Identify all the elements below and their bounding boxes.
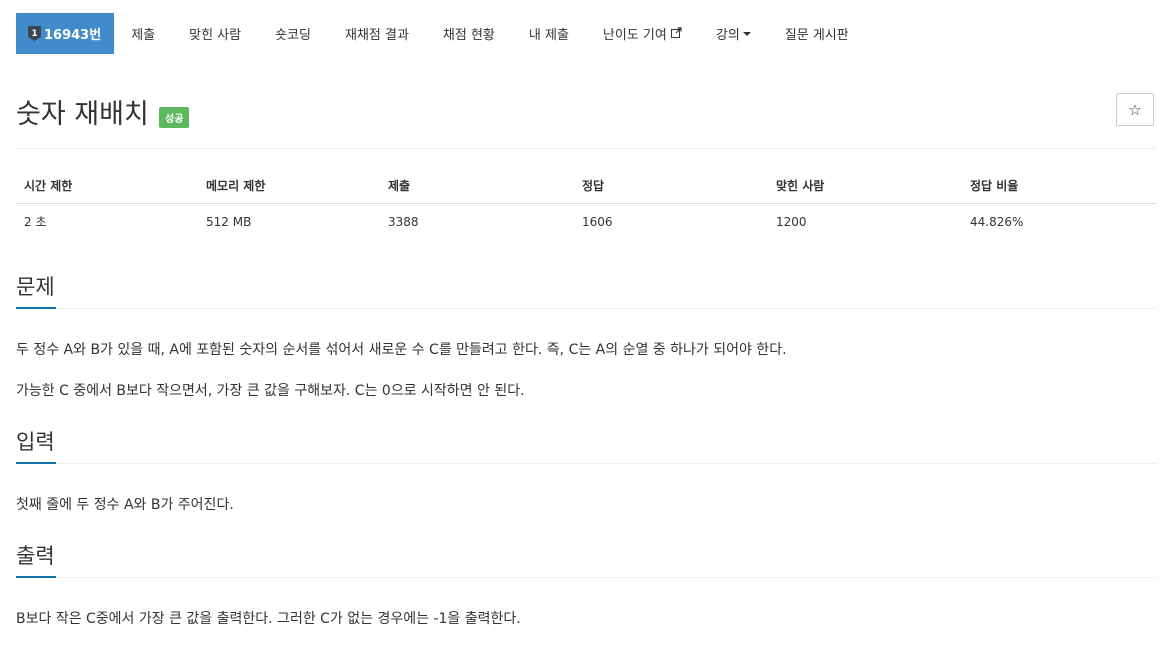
problem-info-table: 시간 제한 메모리 제한 제출 정답 맞힌 사람 정답 비율 2 초 512 M… bbox=[16, 168, 1157, 239]
heading-underline bbox=[16, 462, 1157, 464]
problem-number: 16943번 bbox=[44, 28, 102, 43]
tier-icon: 1 bbox=[28, 26, 41, 41]
value-time-limit: 2 초 bbox=[24, 215, 47, 229]
input-section: 입력 첫째 줄에 두 정수 A와 B가 주어진다. bbox=[16, 426, 1157, 514]
value-memory-limit: 512 MB bbox=[206, 214, 252, 229]
lecture-label: 강의 bbox=[715, 28, 740, 43]
header-solved-users: 맞힌 사람 bbox=[768, 168, 962, 204]
problem-menu: 1 16943번 제출 맞힌 사람 숏코딩 재채점 결과 채점 현황 내 제출 … bbox=[16, 13, 866, 54]
tab-difficulty-contribution[interactable]: 난이도 기여 bbox=[586, 13, 699, 54]
problem-title: 숫자 재배치 bbox=[16, 99, 149, 130]
caret-down-icon bbox=[742, 31, 751, 36]
tab-submit[interactable]: 제출 bbox=[114, 13, 172, 54]
title-divider bbox=[16, 148, 1157, 149]
header-time-limit: 시간 제한 bbox=[16, 168, 198, 204]
heading-underline bbox=[16, 576, 1157, 578]
status-badge: 성공 bbox=[159, 107, 190, 128]
tab-short-coding[interactable]: 숏코딩 bbox=[258, 13, 328, 54]
header-submissions: 제출 bbox=[380, 168, 574, 204]
output-section: 출력 B보다 작은 C중에서 가장 큰 값을 출력한다. 그러한 C가 없는 경… bbox=[16, 540, 1157, 628]
output-heading: 출력 bbox=[16, 544, 55, 568]
tab-rejudge-result[interactable]: 재채점 결과 bbox=[328, 13, 426, 54]
description-paragraph: 두 정수 A와 B가 있을 때, A에 포함된 숫자의 순서를 섞어서 새로운 … bbox=[16, 342, 787, 358]
tab-my-submissions[interactable]: 내 제출 bbox=[512, 13, 586, 54]
heading-underline bbox=[16, 307, 1157, 309]
value-submissions: 3388 bbox=[388, 214, 419, 229]
input-paragraph: 첫째 줄에 두 정수 A와 B가 주어진다. bbox=[16, 497, 234, 513]
header-memory-limit: 메모리 제한 bbox=[198, 168, 380, 204]
tab-status[interactable]: 채점 현황 bbox=[426, 13, 512, 54]
description-section: 문제 두 정수 A와 B가 있을 때, A에 포함된 숫자의 순서를 섞어서 새… bbox=[16, 271, 1157, 400]
tab-lecture-dropdown[interactable]: 강의 bbox=[699, 13, 768, 54]
tab-solved-users[interactable]: 맞힌 사람 bbox=[172, 13, 258, 54]
description-heading: 문제 bbox=[16, 275, 55, 299]
star-button[interactable]: ☆ bbox=[1116, 93, 1154, 126]
value-solved-users: 1200 bbox=[776, 214, 807, 229]
value-accepted: 1606 bbox=[582, 214, 613, 229]
header-accepted: 정답 bbox=[574, 168, 768, 204]
header-accept-ratio: 정답 비율 bbox=[962, 168, 1157, 204]
input-heading: 입력 bbox=[16, 430, 55, 454]
difficulty-label: 난이도 기여 bbox=[602, 28, 667, 43]
table-row: 2 초 512 MB 3388 1606 1200 44.826% bbox=[16, 204, 1157, 240]
description-paragraph: 가능한 C 중에서 B보다 작으면서, 가장 큰 값을 구해보자. C는 0으로… bbox=[16, 383, 525, 399]
star-icon: ☆ bbox=[1128, 100, 1142, 119]
tab-problem[interactable]: 1 16943번 bbox=[16, 13, 115, 54]
tab-question-board[interactable]: 질문 게시판 bbox=[768, 13, 866, 54]
table-header-row: 시간 제한 메모리 제한 제출 정답 맞힌 사람 정답 비율 bbox=[16, 168, 1157, 204]
value-accept-ratio: 44.826% bbox=[970, 214, 1024, 229]
external-link-icon bbox=[670, 26, 682, 41]
output-paragraph: B보다 작은 C중에서 가장 큰 값을 출력한다. 그러한 C가 없는 경우에는… bbox=[16, 611, 521, 627]
